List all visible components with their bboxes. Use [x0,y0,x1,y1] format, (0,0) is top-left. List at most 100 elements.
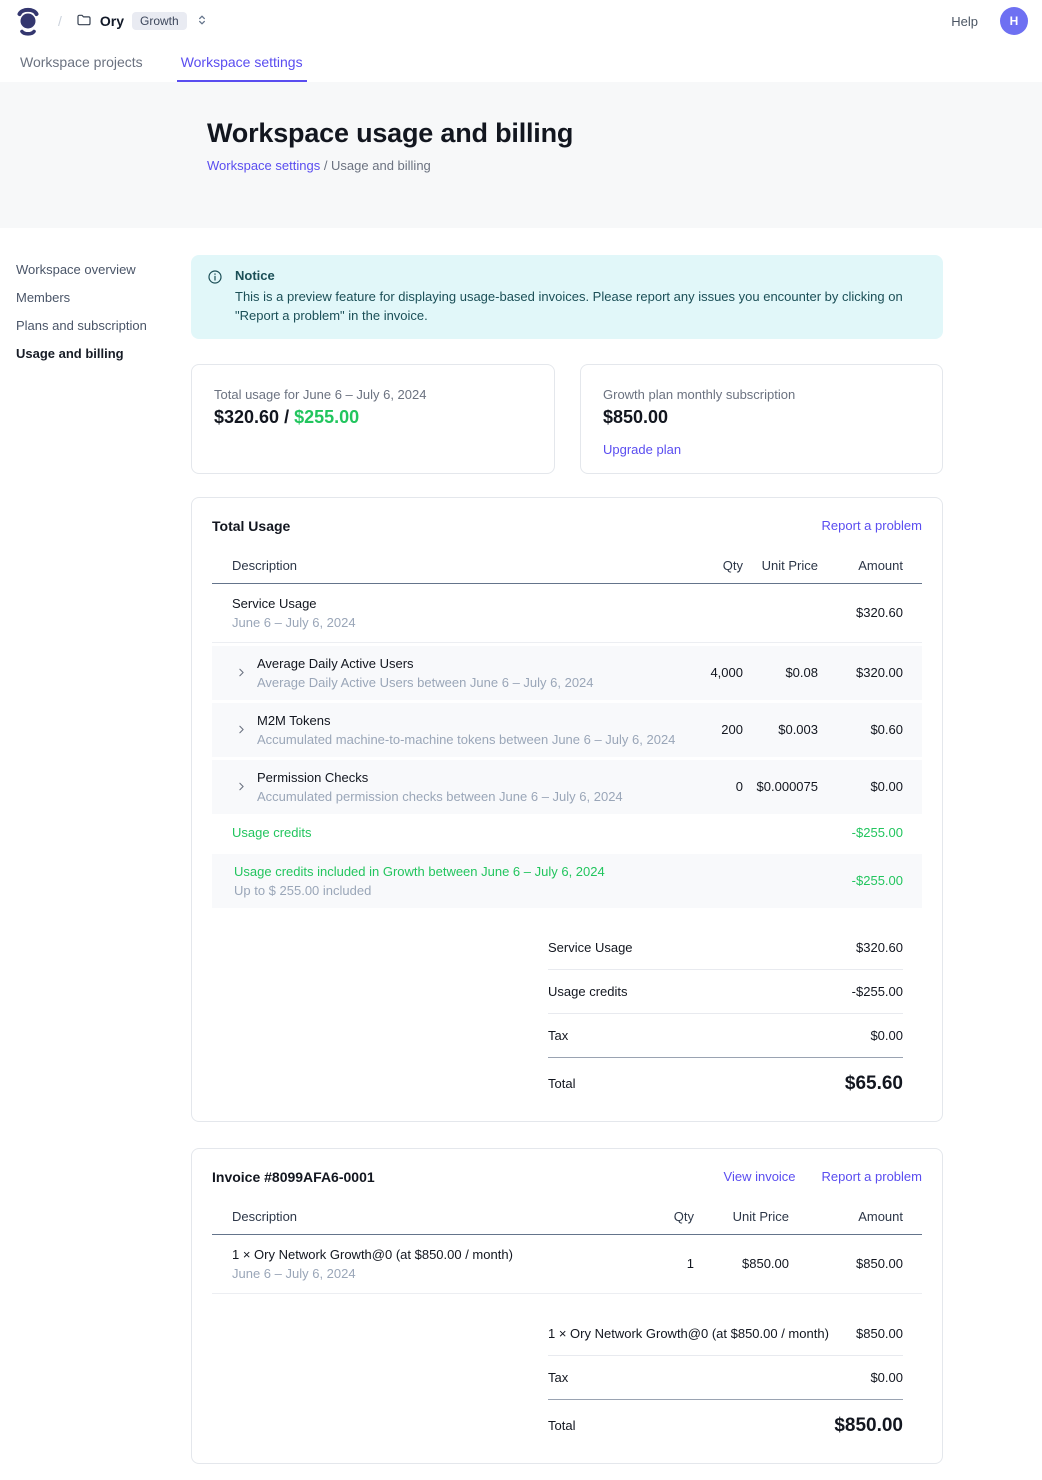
totals-row-tax: Tax $0.00 [548,1014,903,1058]
avatar[interactable]: H [1000,7,1028,35]
total-label: Tax [548,1028,568,1043]
chevron-updown-icon[interactable] [195,13,209,30]
tab-workspace-settings[interactable]: Workspace settings [179,42,305,82]
usage-credit-limit: $255.00 [294,407,359,427]
invoice-card-title: Invoice #8099AFA6-0001 [212,1169,375,1185]
usage-report-problem-link[interactable]: Report a problem [822,518,922,533]
total-value: $320.60 [856,940,903,955]
workspace-name: Ory [100,13,124,29]
usage-card-title: Total Usage [212,518,290,534]
row-title: M2M Tokens [257,713,675,728]
row-qty: 200 [683,722,743,737]
page-title: Workspace usage and billing [207,118,1042,149]
notice-banner: Notice This is a preview feature for dis… [191,255,943,339]
workspace-picker[interactable]: Ory Growth [76,12,209,31]
notice-body: This is a preview feature for displaying… [235,288,925,326]
row-amount: $850.00 [789,1256,903,1271]
help-link[interactable]: Help [951,14,978,29]
totals-row-grand-total: Total $850.00 [548,1400,903,1439]
col-unit-price: Unit Price [694,1209,789,1224]
subscription-label: Growth plan monthly subscription [603,387,920,402]
col-qty: Qty [634,1209,694,1224]
table-row-invoice-line: 1 × Ory Network Growth@0 (at $850.00 / m… [212,1235,922,1294]
expand-chevron-icon[interactable] [234,780,248,794]
sidebar-item-workspace-overview[interactable]: Workspace overview [16,256,181,283]
ory-logo-icon[interactable] [16,5,42,37]
row-amount: $0.00 [818,779,903,794]
subscription-card: Growth plan monthly subscription $850.00… [580,364,943,474]
row-amount: $0.60 [818,722,903,737]
total-value: $0.00 [870,1028,903,1043]
settings-sidebar: Workspace overview Members Plans and sub… [0,228,191,388]
total-label: Tax [548,1370,568,1385]
col-amount: Amount [789,1209,903,1224]
col-qty: Qty [683,558,743,573]
row-unit-price: $0.000075 [743,779,818,794]
notice-title: Notice [235,268,925,283]
total-value: -$255.00 [852,984,903,999]
row-title: Usage credits included in Growth between… [234,864,683,879]
invoice-card: Invoice #8099AFA6-0001 View invoice Repo… [191,1148,943,1464]
total-value: $850.00 [856,1326,903,1341]
row-title: Usage credits [232,825,683,840]
col-unit-price: Unit Price [743,558,818,573]
info-icon [207,269,223,326]
grand-total-value: $850.00 [834,1415,903,1437]
totals-row-plan-line: 1 × Ory Network Growth@0 (at $850.00 / m… [548,1312,903,1356]
sidebar-item-plans-and-subscription[interactable]: Plans and subscription [16,312,181,339]
total-label: Usage credits [548,984,627,999]
expand-chevron-icon[interactable] [234,723,248,737]
topbar: / Ory Growth Help H [0,0,1042,42]
total-usage-card: Total usage for June 6 – July 6, 2024 $3… [191,364,555,474]
page-header: Workspace usage and billing Workspace se… [0,82,1042,228]
table-row-permission-checks: Permission Checks Accumulated permission… [212,760,922,814]
total-usage-label: Total usage for June 6 – July 6, 2024 [214,387,532,402]
usage-amount: $320.60 [214,407,279,427]
row-unit-price: $0.003 [743,722,818,737]
invoice-totals: 1 × Ory Network Growth@0 (at $850.00 / m… [548,1312,903,1439]
total-label: Total [548,1076,575,1091]
row-subtitle: Average Daily Active Users between June … [257,675,594,690]
total-label: 1 × Ory Network Growth@0 (at $850.00 / m… [548,1326,829,1341]
breadcrumb-workspace-settings-link[interactable]: Workspace settings [207,158,320,173]
table-row-service-usage: Service Usage June 6 – July 6, 2024 $320… [212,584,922,643]
expand-chevron-icon[interactable] [234,666,248,680]
row-amount: -$255.00 [818,825,903,840]
row-subtitle: Accumulated machine-to-machine tokens be… [257,732,675,747]
invoice-report-problem-link[interactable]: Report a problem [822,1169,922,1184]
main-content: Notice This is a preview feature for dis… [191,228,943,1480]
plan-badge: Growth [132,12,187,30]
view-invoice-link[interactable]: View invoice [724,1169,796,1184]
table-row-usage-credits: Usage credits -$255.00 [212,814,922,851]
usage-table-header: Description Qty Unit Price Amount [212,548,922,584]
row-qty: 0 [683,779,743,794]
totals-row-grand-total: Total $65.60 [548,1058,903,1097]
col-amount: Amount [818,558,903,573]
row-title: Average Daily Active Users [257,656,594,671]
col-description: Description [212,558,683,573]
subscription-value: $850.00 [603,407,920,428]
usage-invoice-card: Total Usage Report a problem Description… [191,497,943,1122]
breadcrumb-separator: / [58,13,62,29]
row-unit-price: $0.08 [743,665,818,680]
row-amount: $320.60 [818,605,903,620]
tab-workspace-projects[interactable]: Workspace projects [18,42,145,82]
total-usage-value: $320.60 / $255.00 [214,407,532,428]
table-row-m2m-tokens: M2M Tokens Accumulated machine-to-machin… [212,703,922,757]
col-description: Description [212,1209,634,1224]
total-label: Total [548,1418,575,1433]
invoice-table-header: Description Qty Unit Price Amount [212,1199,922,1235]
row-qty: 4,000 [683,665,743,680]
upgrade-plan-link[interactable]: Upgrade plan [603,442,681,457]
breadcrumb-current: / Usage and billing [320,158,431,173]
row-title: Permission Checks [257,770,623,785]
row-subtitle: June 6 – July 6, 2024 [232,1266,634,1281]
usage-separator: / [279,407,294,427]
sidebar-item-usage-and-billing[interactable]: Usage and billing [16,340,181,367]
total-value: $0.00 [870,1370,903,1385]
sidebar-item-members[interactable]: Members [16,284,181,311]
row-subtitle: June 6 – July 6, 2024 [232,615,683,630]
row-amount: $320.00 [818,665,903,680]
workspace-tabs: Workspace projects Workspace settings [0,42,1042,82]
totals-row-tax: Tax $0.00 [548,1356,903,1400]
